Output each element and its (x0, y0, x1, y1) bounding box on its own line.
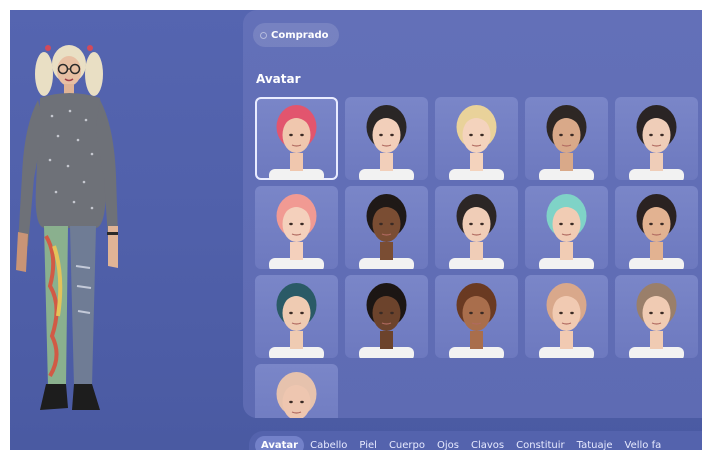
avatar-option[interactable] (615, 186, 698, 269)
avatar-portrait (539, 105, 594, 180)
avatar-option[interactable] (345, 275, 428, 358)
avatar-portrait (359, 283, 414, 358)
avatar-portrait (629, 283, 684, 358)
avatar-portrait (269, 283, 324, 358)
tab-cuerpo[interactable]: Cuerpo (383, 436, 431, 450)
avatar-portrait (449, 194, 504, 269)
avatar-option[interactable] (435, 186, 518, 269)
avatar-portrait (539, 194, 594, 269)
tab-clavos[interactable]: Clavos (465, 436, 510, 450)
avatar-portrait (269, 194, 324, 269)
avatar-option[interactable] (435, 97, 518, 180)
avatar-option[interactable] (255, 186, 338, 269)
tab-piel[interactable]: Piel (353, 436, 383, 450)
tab-tatuaje[interactable]: Tatuaje (571, 436, 619, 450)
avatar-portrait (359, 194, 414, 269)
tab-vello-fa[interactable]: Vello fa (619, 436, 668, 450)
avatar-option[interactable] (525, 97, 608, 180)
avatar-option[interactable] (345, 186, 428, 269)
tab-avatar[interactable]: Avatar (255, 436, 305, 450)
avatar-option[interactable] (255, 97, 338, 180)
avatar-panel: Comprado Avatar (243, 10, 702, 418)
tab-cabello[interactable]: Cabello (304, 436, 353, 450)
avatar-option[interactable] (615, 275, 698, 358)
avatar-grid (255, 97, 702, 418)
section-title: Avatar (256, 72, 301, 86)
character-preview[interactable] (10, 36, 130, 416)
avatar-portrait (269, 105, 324, 180)
avatar-option[interactable] (615, 97, 698, 180)
avatar-option[interactable] (345, 97, 428, 180)
avatar-portrait (449, 105, 504, 180)
avatar-option[interactable] (255, 275, 338, 358)
tab-ojos[interactable]: Ojos (431, 436, 465, 450)
avatar-portrait (539, 283, 594, 358)
tab-constituir[interactable]: Constituir (510, 436, 571, 450)
avatar-option[interactable] (525, 275, 608, 358)
avatar-portrait (629, 194, 684, 269)
avatar-option[interactable] (435, 275, 518, 358)
avatar-portrait (359, 105, 414, 180)
avatar-portrait (629, 105, 684, 180)
avatar-portrait (276, 372, 317, 418)
circle-icon (260, 32, 267, 39)
avatar-portrait (449, 283, 504, 358)
avatar-option[interactable] (525, 186, 608, 269)
purchased-filter-chip[interactable]: Comprado (253, 23, 339, 47)
filter-chip-label: Comprado (271, 29, 329, 41)
avatar-editor: Comprado Avatar Avatar Cabello Piel Cuerpo O… (10, 10, 702, 450)
category-tab-bar: Avatar Cabello Piel Cuerpo Ojos Clavos Constit… (249, 431, 702, 450)
avatar-option[interactable] (255, 364, 338, 418)
